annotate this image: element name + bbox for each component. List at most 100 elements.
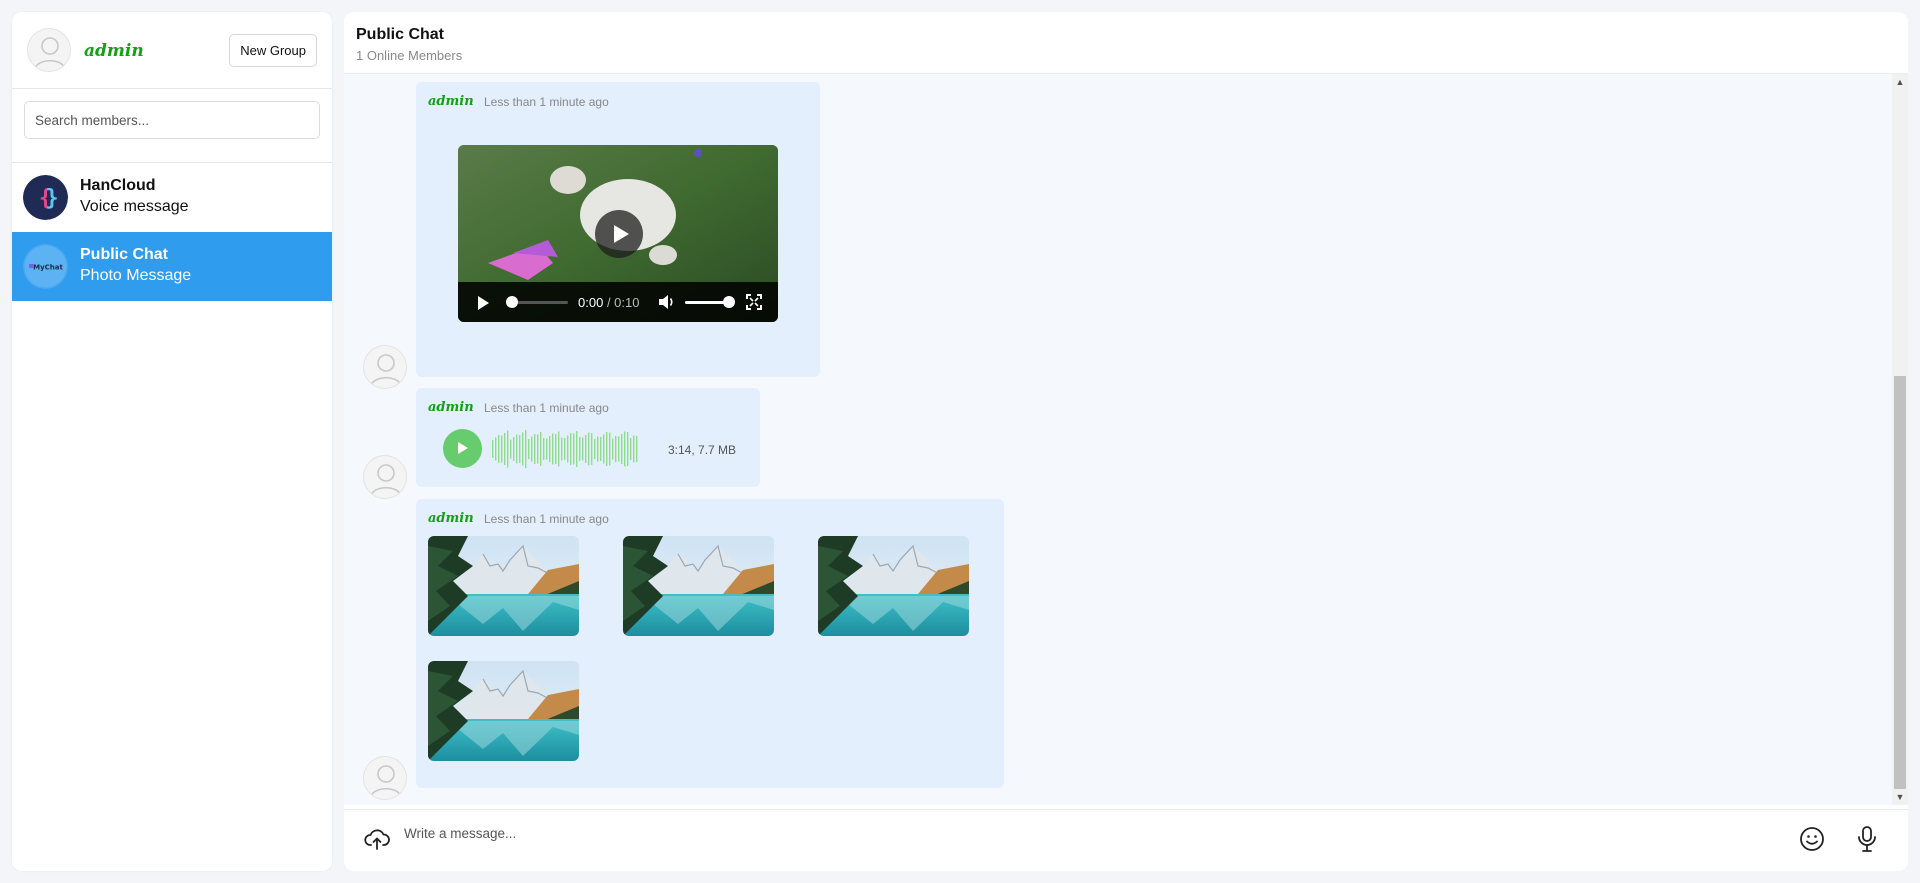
message-bubble-photos: admin Less than 1 minute ago xyxy=(416,499,1004,788)
message-time: Less than 1 minute ago xyxy=(484,95,609,109)
voice-duration-size: 3:14, 7.7 MB xyxy=(668,443,737,457)
photo-thumbnail[interactable] xyxy=(428,661,579,761)
waveform-bar xyxy=(570,433,572,465)
waveform-bar xyxy=(582,437,584,461)
waveform-bar xyxy=(624,431,626,467)
waveform-bar xyxy=(618,436,620,462)
svg-text:}: } xyxy=(45,186,58,211)
waveform-bar xyxy=(576,431,578,467)
waveform-bar xyxy=(534,434,536,464)
scroll-up-icon[interactable]: ▲ xyxy=(1895,77,1905,87)
hancloud-avatar-icon: {} xyxy=(23,175,68,220)
photo-thumbnail[interactable] xyxy=(623,536,774,636)
waveform-bar xyxy=(519,435,521,463)
scroll-down-icon[interactable]: ▼ xyxy=(1895,792,1905,802)
waveform-bar xyxy=(558,431,560,467)
waveform-bar xyxy=(573,433,575,465)
waveform-bar xyxy=(561,437,563,461)
waveform-bar xyxy=(591,433,593,465)
waveform-bar xyxy=(612,438,614,460)
contact-item-public-chat[interactable]: MyChat Public Chat Photo Message xyxy=(12,232,332,301)
video-play-icon[interactable] xyxy=(478,296,489,310)
online-members-count: 1 Online Members xyxy=(356,48,463,63)
sender-avatar-icon xyxy=(363,345,407,389)
message-sender: admin xyxy=(428,511,474,526)
waveform-bar xyxy=(600,437,602,461)
waveform-bar xyxy=(546,438,548,460)
waveform-bar xyxy=(579,437,581,461)
waveform-bar xyxy=(549,436,551,462)
message-sender: admin xyxy=(428,400,474,415)
search-members-input[interactable] xyxy=(24,101,320,139)
waveform-bar xyxy=(501,435,503,463)
chat-title: Public Chat xyxy=(356,26,445,43)
waveform-bar xyxy=(564,438,566,460)
waveform-bar xyxy=(543,438,545,460)
waveform-bar xyxy=(555,434,557,464)
message-bubble-voice: admin Less than 1 minute ago 3:14, 7.7 M… xyxy=(416,388,760,487)
sender-avatar-icon xyxy=(363,756,407,800)
voice-waveform[interactable] xyxy=(492,428,640,470)
video-time: 0:00 / 0:10 xyxy=(578,295,640,310)
user-avatar-icon[interactable] xyxy=(27,28,71,72)
video-controls: 0:00 / 0:10 xyxy=(458,282,778,322)
video-play-overlay-icon[interactable] xyxy=(595,210,643,258)
voice-play-button[interactable] xyxy=(443,429,482,468)
waveform-bar xyxy=(528,439,530,459)
contact-last-message: Photo Message xyxy=(80,267,192,284)
contact-name: HanCloud xyxy=(80,177,156,194)
video-player[interactable]: 0:00 / 0:10 xyxy=(458,145,778,322)
waveform-bar xyxy=(594,439,596,459)
video-progress-knob[interactable] xyxy=(506,296,518,308)
chat-panel: Public Chat 1 Online Members admin Less … xyxy=(344,12,1908,871)
waveform-bar xyxy=(510,439,512,459)
volume-knob[interactable] xyxy=(723,296,735,308)
waveform-bar xyxy=(537,434,539,464)
message-time: Less than 1 minute ago xyxy=(484,401,609,415)
waveform-bar xyxy=(585,435,587,463)
fullscreen-icon[interactable] xyxy=(746,294,762,310)
current-user-name: admin xyxy=(84,41,144,61)
waveform-bar xyxy=(603,434,605,464)
upload-cloud-icon[interactable] xyxy=(364,826,390,852)
waveform-bar xyxy=(513,437,515,461)
waveform-bar xyxy=(567,435,569,463)
waveform-bar xyxy=(522,432,524,466)
photo-thumbnail[interactable] xyxy=(428,536,579,636)
waveform-bar xyxy=(540,432,542,466)
waveform-bar xyxy=(630,438,632,460)
sidebar: admin New Group {} HanCloud Voice messag… xyxy=(12,12,332,871)
contact-name: Public Chat xyxy=(80,246,169,263)
waveform-bar xyxy=(615,436,617,462)
waveform-bar xyxy=(606,432,608,466)
waveform-bar xyxy=(597,436,599,462)
message-time: Less than 1 minute ago xyxy=(484,512,609,526)
message-scrollbar[interactable]: ▲ ▼ xyxy=(1892,74,1908,805)
message-composer xyxy=(344,809,1908,871)
mychat-avatar-icon: MyChat xyxy=(23,244,68,289)
scroll-thumb[interactable] xyxy=(1894,376,1906,789)
message-bubble-video: admin Less than 1 minute ago 0:00 / 0:10 xyxy=(416,82,820,377)
new-group-button[interactable]: New Group xyxy=(229,34,317,67)
svg-text:MyChat: MyChat xyxy=(33,264,63,272)
waveform-bar xyxy=(516,434,518,464)
waveform-bar xyxy=(588,432,590,466)
emoji-icon[interactable] xyxy=(1799,826,1825,852)
volume-icon[interactable] xyxy=(658,294,676,310)
contact-last-message: Voice message xyxy=(80,198,189,215)
waveform-bar xyxy=(621,434,623,464)
sidebar-header: admin New Group xyxy=(12,12,332,89)
waveform-bar xyxy=(633,435,635,463)
search-area xyxy=(12,89,332,163)
contact-item-hancloud[interactable]: {} HanCloud Voice message xyxy=(12,163,332,232)
waveform-bar xyxy=(531,436,533,462)
photo-thumbnail[interactable] xyxy=(818,536,969,636)
waveform-bar xyxy=(507,430,509,468)
microphone-icon[interactable] xyxy=(1854,825,1880,853)
waveform-bar xyxy=(636,436,638,462)
waveform-bar xyxy=(504,433,506,465)
waveform-bar xyxy=(609,432,611,466)
waveform-bar xyxy=(498,435,500,463)
message-list[interactable]: admin Less than 1 minute ago 0:00 / 0:10… xyxy=(344,74,1908,805)
message-input[interactable] xyxy=(404,818,1744,848)
